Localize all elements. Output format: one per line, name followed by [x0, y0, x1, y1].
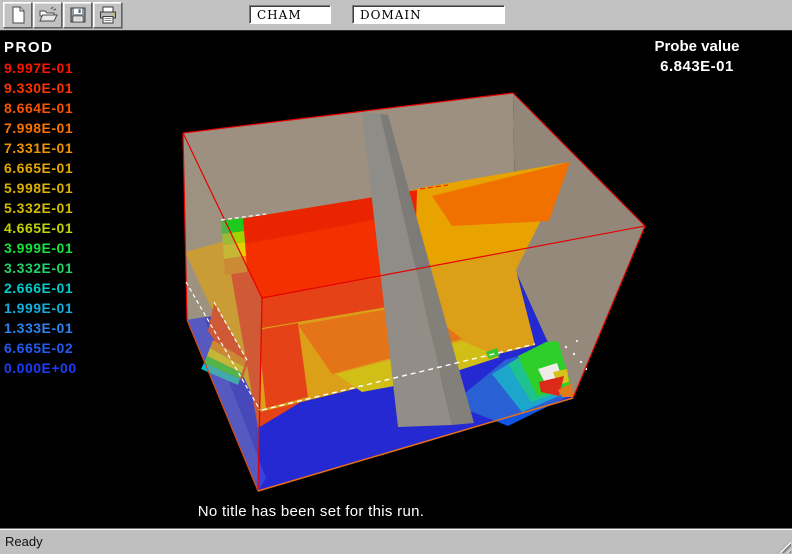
- legend-entry: 9.997E-01: [4, 58, 77, 78]
- open-folder-icon: [38, 5, 58, 25]
- legend-entry: 0.000E+00: [4, 358, 77, 378]
- run-title-message: No title has been set for this run.: [128, 503, 494, 520]
- print-icon: [98, 5, 118, 25]
- legend-entry: 2.666E-01: [4, 278, 77, 298]
- toolbar: [0, 0, 792, 31]
- new-file-button[interactable]: [3, 2, 32, 28]
- legend: PROD 9.997E-019.330E-018.664E-017.998E-0…: [4, 39, 77, 378]
- probe-label: Probe value: [640, 38, 754, 55]
- legend-entry: 9.330E-01: [4, 78, 77, 98]
- legend-entries: 9.997E-019.330E-018.664E-017.998E-017.33…: [4, 58, 77, 378]
- application-window: PROD 9.997E-019.330E-018.664E-017.998E-0…: [0, 0, 792, 554]
- legend-entry: 7.331E-01: [4, 138, 77, 158]
- legend-entry: 7.998E-01: [4, 118, 77, 138]
- viewport-3d[interactable]: PROD 9.997E-019.330E-018.664E-017.998E-0…: [0, 31, 792, 528]
- save-icon: [68, 5, 88, 25]
- new-file-icon: [8, 5, 28, 25]
- legend-entry: 4.665E-01: [4, 218, 77, 238]
- probe-value: 6.843E-01: [640, 58, 754, 75]
- print-button[interactable]: [93, 2, 122, 28]
- resize-grip-icon[interactable]: [777, 539, 791, 553]
- status-text: Ready: [5, 534, 43, 549]
- scene-3d[interactable]: [0, 31, 792, 528]
- legend-entry: 3.999E-01: [4, 238, 77, 258]
- cham-field[interactable]: [249, 5, 331, 24]
- legend-entry: 5.332E-01: [4, 198, 77, 218]
- domain-field[interactable]: [352, 5, 505, 24]
- legend-entry: 6.665E-02: [4, 338, 77, 358]
- open-file-button[interactable]: [33, 2, 62, 28]
- save-button[interactable]: [63, 2, 92, 28]
- legend-entry: 8.664E-01: [4, 98, 77, 118]
- legend-entry: 1.999E-01: [4, 298, 77, 318]
- legend-title: PROD: [4, 39, 77, 56]
- legend-entry: 1.333E-01: [4, 318, 77, 338]
- legend-entry: 5.998E-01: [4, 178, 77, 198]
- legend-entry: 6.665E-01: [4, 158, 77, 178]
- probe-readout: Probe value 6.843E-01: [640, 38, 754, 75]
- status-bar: Ready: [0, 528, 792, 554]
- legend-entry: 3.332E-01: [4, 258, 77, 278]
